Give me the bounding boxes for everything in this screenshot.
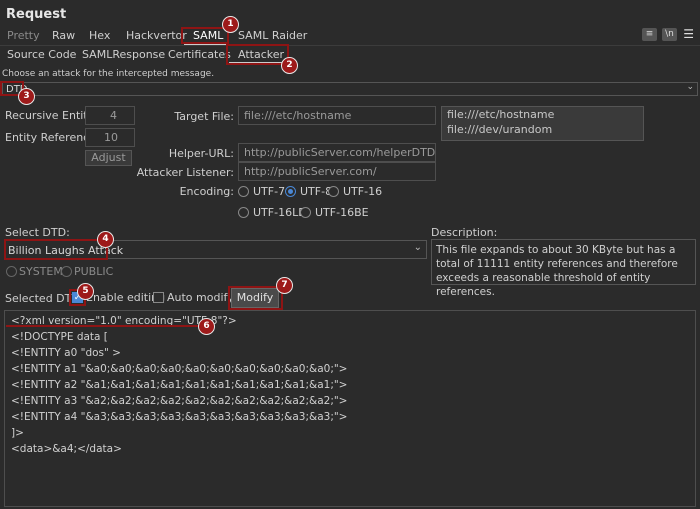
auto-modify-checkbox[interactable] — [153, 292, 164, 303]
annotation-badge: 3 — [18, 88, 35, 105]
encoding-utf8-radio[interactable] — [285, 186, 296, 197]
annotation-badge: 2 — [281, 57, 298, 74]
description-label: Description: — [431, 226, 498, 239]
top-tab-bar: Pretty Raw Hex Hackvertor SAML SAML Raid… — [0, 27, 700, 45]
highlight-xml-declaration — [6, 325, 203, 327]
code-line: <!ENTITY a2 "&a1;&a1;&a1;&a1;&a1;&a1;&a1… — [11, 379, 348, 391]
encoding-label: Encoding: — [179, 185, 234, 198]
code-line: ]> — [11, 427, 24, 439]
code-line: <!ENTITY a3 "&a2;&a2;&a2;&a2;&a2;&a2;&a2… — [11, 395, 348, 407]
encoding-utf7-label: UTF-7 — [253, 185, 286, 198]
panel-title: Request — [6, 7, 67, 22]
tab-hex[interactable]: Hex — [89, 29, 110, 42]
attacker-listener-label: Attacker Listener: — [136, 166, 234, 179]
tab-pretty[interactable]: Pretty — [7, 29, 40, 42]
code-line: <data>&a4;</data> — [11, 443, 122, 455]
tab-saml-raider[interactable]: SAML Raider — [238, 29, 307, 42]
code-line: <!ENTITY a1 "&a0;&a0;&a0;&a0;&a0;&a0;&a0… — [11, 363, 348, 375]
sub-tab-bar: Source Code SAMLResponse Certificates At… — [0, 46, 700, 64]
target-option-hostname[interactable]: file:///etc/hostname — [442, 107, 643, 122]
annotation-badge: 7 — [276, 277, 293, 294]
dtd-editor[interactable]: <?xml version="1.0" encoding="UTF-8"?> <… — [4, 310, 696, 507]
code-line: <!ENTITY a4 "&a3;&a3;&a3;&a3;&a3;&a3;&a3… — [11, 411, 348, 423]
menu-icon[interactable]: ☰ — [683, 27, 694, 41]
tab-source-code[interactable]: Source Code — [7, 48, 76, 61]
highlight-dtd-select — [4, 239, 108, 260]
encoding-utf16-label: UTF-16 — [343, 185, 383, 198]
annotation-badge: 1 — [222, 16, 239, 33]
tab-certificates[interactable]: Certificates — [168, 48, 231, 61]
system-radio[interactable] — [6, 266, 17, 277]
dtd-description: This file expands to about 30 KByte but … — [431, 239, 696, 298]
newline-icon[interactable]: \n — [662, 28, 677, 41]
encoding-utf16le-radio[interactable] — [238, 207, 249, 218]
entity-references-field[interactable]: 10 — [85, 128, 135, 147]
encoding-utf16be-label: UTF-16BE — [315, 206, 369, 219]
tab-samlresponse[interactable]: SAMLResponse — [82, 48, 165, 61]
chevron-down-icon: ⌄ — [413, 242, 422, 253]
attack-hint: Choose an attack for the intercepted mes… — [2, 69, 215, 79]
public-label: PUBLIC — [74, 265, 114, 278]
helper-url-field[interactable]: http://publicServer.com/helperDTD.dtd — [238, 143, 436, 162]
encoding-utf16-radio[interactable] — [328, 186, 339, 197]
target-file-label: Target File: — [174, 110, 234, 123]
annotation-badge: 4 — [97, 231, 114, 248]
encoding-utf7-radio[interactable] — [238, 186, 249, 197]
annotation-badge: 6 — [198, 318, 215, 335]
attacker-listener-field[interactable]: http://publicServer.com/ — [238, 162, 436, 181]
highlight-saml-tab — [181, 27, 229, 44]
public-radio[interactable] — [61, 266, 72, 277]
system-label: SYSTEM — [19, 265, 63, 278]
adjust-button[interactable]: Adjust — [85, 150, 132, 166]
code-line: <!DOCTYPE data [ — [11, 331, 108, 343]
code-line: <!ENTITY a0 "dos" > — [11, 347, 121, 359]
tab-hackvertor[interactable]: Hackvertor — [126, 29, 187, 42]
helper-url-label: Helper-URL: — [168, 147, 234, 160]
wrap-icon[interactable]: ≡ — [642, 28, 657, 41]
annotation-badge: 5 — [77, 283, 94, 300]
highlight-modify-button — [228, 286, 283, 310]
target-file-list: file:///etc/hostname file:///dev/urandom — [441, 106, 644, 141]
tab-raw[interactable]: Raw — [52, 29, 75, 42]
encoding-utf16be-radio[interactable] — [300, 207, 311, 218]
target-file-field[interactable]: file:///etc/hostname — [238, 106, 436, 125]
auto-modify-label: Auto modify — [167, 291, 234, 304]
attack-select[interactable]: DTD ⌄ — [2, 82, 698, 96]
recursive-entities-field[interactable]: 4 — [85, 106, 135, 125]
select-dtd-label: Select DTD: — [5, 226, 70, 239]
target-option-urandom[interactable]: file:///dev/urandom — [442, 122, 643, 137]
encoding-utf16le-label: UTF-16LE — [253, 206, 306, 219]
chevron-down-icon: ⌄ — [686, 82, 694, 92]
highlight-attacker-tab — [226, 44, 289, 65]
